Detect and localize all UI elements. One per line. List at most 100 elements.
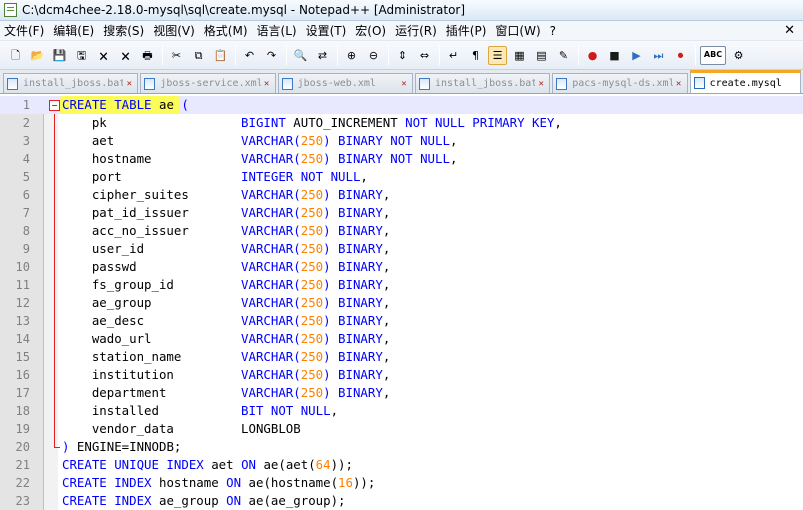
line-number: 11 bbox=[15, 278, 30, 292]
code-line[interactable]: 22 CREATE INDEX hostname ON ae(hostname(1… bbox=[0, 474, 803, 492]
code-editor[interactable]: 1 CREATE TABLE ae (2 pk BIGINT AUTO_INCRE… bbox=[0, 96, 803, 510]
undo-icon[interactable]: ↶ bbox=[240, 46, 259, 65]
tab-close-icon[interactable]: ✕ bbox=[536, 79, 546, 89]
code-line[interactable]: 1 CREATE TABLE ae ( bbox=[0, 96, 803, 114]
line-number: 8 bbox=[22, 224, 30, 238]
show-all-chars-icon[interactable]: ¶ bbox=[466, 46, 485, 65]
code-line[interactable]: 2 pk BIGINT AUTO_INCREMENT NOT NULL PRIM… bbox=[0, 114, 803, 132]
code-line[interactable]: 16 institution VARCHAR(250) BINARY, bbox=[0, 366, 803, 384]
menu-language[interactable]: 语言(L) bbox=[253, 22, 302, 39]
menu-view[interactable]: 视图(V) bbox=[149, 22, 200, 39]
print-icon[interactable]: 🖶 bbox=[138, 46, 157, 65]
code-line[interactable]: 7 pat_id_issuer VARCHAR(250) BINARY, bbox=[0, 204, 803, 222]
plugin-icon[interactable]: ⚙ bbox=[729, 46, 748, 65]
user-lang-icon[interactable]: ▦ bbox=[510, 46, 529, 65]
word-wrap-icon[interactable]: ↵ bbox=[444, 46, 463, 65]
sql-text: institution bbox=[62, 367, 242, 382]
play-multiple-icon[interactable]: ⏭ bbox=[649, 46, 668, 65]
sql-keyword: ) BINARY bbox=[323, 313, 383, 328]
sql-text: acc_no_issuer bbox=[62, 223, 242, 238]
tab-close-icon[interactable]: ✕ bbox=[674, 79, 684, 89]
sql-number: 250 bbox=[300, 295, 324, 310]
stop-macro-icon[interactable]: ■ bbox=[605, 46, 624, 65]
code-line[interactable]: 10 passwd VARCHAR(250) BINARY, bbox=[0, 258, 803, 276]
code-line[interactable]: 9 user_id VARCHAR(250) BINARY, bbox=[0, 240, 803, 258]
menu-plugins[interactable]: 插件(P) bbox=[442, 22, 492, 39]
fold-end-marker bbox=[54, 438, 60, 448]
zoom-out-icon[interactable]: ⊖ bbox=[364, 46, 383, 65]
sql-text: AUTO_INCREMENT bbox=[285, 115, 406, 130]
sql-text: , bbox=[449, 133, 458, 148]
play-macro-icon[interactable]: ▶ bbox=[627, 46, 646, 65]
code-line[interactable]: 13 ae_desc VARCHAR(250) BINARY, bbox=[0, 312, 803, 330]
folder-workspace-icon[interactable]: ✎ bbox=[554, 46, 573, 65]
menu-macro[interactable]: 宏(O) bbox=[351, 22, 391, 39]
code-line[interactable]: 23 CREATE INDEX ae_group ON ae(ae_group); bbox=[0, 492, 803, 510]
save-icon[interactable]: 💾 bbox=[50, 46, 69, 65]
fold-guide-line bbox=[54, 258, 55, 276]
code-line[interactable]: 19 vendor_data LONGBLOB bbox=[0, 420, 803, 438]
cut-icon[interactable]: ✂ bbox=[167, 46, 186, 65]
code-line[interactable]: 3 aet VARCHAR(250) BINARY NOT NULL, bbox=[0, 132, 803, 150]
code-line[interactable]: 17 department VARCHAR(250) BINARY, bbox=[0, 384, 803, 402]
sync-horizontal-icon[interactable]: ⇔ bbox=[415, 46, 434, 65]
sql-number: 250 bbox=[300, 133, 324, 148]
menu-settings[interactable]: 设置(T) bbox=[302, 22, 352, 39]
menu-window[interactable]: 窗口(W) bbox=[491, 22, 545, 39]
tab-close-icon[interactable]: ✕ bbox=[262, 79, 272, 89]
function-list-icon[interactable]: ▤ bbox=[532, 46, 551, 65]
save-all-icon[interactable]: 🖫 bbox=[72, 46, 91, 65]
tab-pacs-mysql-ds-xml[interactable]: pacs-mysql-ds.xml ✕ bbox=[552, 73, 688, 93]
menu-edit[interactable]: 编辑(E) bbox=[49, 22, 99, 39]
open-file-icon[interactable]: 📂 bbox=[28, 46, 47, 65]
tab-close-icon[interactable]: ✕ bbox=[399, 79, 409, 89]
code-line[interactable]: 5 port INTEGER NOT NULL, bbox=[0, 168, 803, 186]
spell-check-icon[interactable]: ABC bbox=[700, 45, 726, 65]
tab-install-jboss-bat[interactable]: install_jboss.bat ✕ bbox=[414, 73, 551, 93]
sql-keyword: VARCHAR( bbox=[241, 349, 301, 364]
code-line[interactable]: 8 acc_no_issuer VARCHAR(250) BINARY, bbox=[0, 222, 803, 240]
toolbar-separator bbox=[388, 45, 389, 65]
close-icon[interactable]: 🗙 bbox=[94, 46, 113, 65]
redo-icon[interactable]: ↷ bbox=[262, 46, 281, 65]
fold-guide-line bbox=[54, 420, 55, 438]
tab-jboss-web-xml[interactable]: jboss-web.xml ✕ bbox=[277, 73, 413, 93]
close-document-icon[interactable]: ✕ bbox=[784, 23, 795, 38]
code-line[interactable]: 15 station_name VARCHAR(250) BINARY, bbox=[0, 348, 803, 366]
code-line[interactable]: 11 fs_group_id VARCHAR(250) BINARY, bbox=[0, 276, 803, 294]
code-line[interactable]: 18 installed BIT NOT NULL, bbox=[0, 402, 803, 420]
sql-text: , bbox=[382, 313, 391, 328]
menu-search[interactable]: 搜索(S) bbox=[99, 22, 149, 39]
code-line[interactable]: 14 wado_url VARCHAR(250) BINARY, bbox=[0, 330, 803, 348]
tab-jboss-service-xml[interactable]: jboss-service.xml ✕ bbox=[140, 73, 276, 93]
fold-collapse-icon[interactable] bbox=[49, 100, 60, 111]
tab-create-mysql[interactable]: create.mysql bbox=[689, 70, 801, 93]
find-icon[interactable]: 🔍 bbox=[291, 46, 310, 65]
copy-icon[interactable]: ⧉ bbox=[189, 46, 208, 65]
record-macro-icon[interactable]: ● bbox=[583, 46, 602, 65]
paste-icon[interactable]: 📋 bbox=[211, 46, 230, 65]
menu-file[interactable]: 文件(F) bbox=[0, 22, 49, 39]
new-file-icon[interactable]: 🗋 bbox=[6, 46, 25, 65]
zoom-in-icon[interactable]: ⊕ bbox=[342, 46, 361, 65]
code-line[interactable]: 20) ENGINE=INNODB; bbox=[0, 438, 803, 456]
tab-install-jboss-bat[interactable]: install_jboss.bat ✕ bbox=[3, 73, 139, 93]
sql-keyword: ) BINARY bbox=[323, 259, 383, 274]
tab-close-icon[interactable]: ✕ bbox=[124, 79, 134, 89]
sql-keyword: ) BINARY NOT NULL bbox=[323, 133, 450, 148]
menu-run[interactable]: 运行(R) bbox=[391, 22, 442, 39]
code-line[interactable]: 4 hostname VARCHAR(250) BINARY NOT NULL, bbox=[0, 150, 803, 168]
sql-keyword: NOT NULL PRIMARY KEY bbox=[405, 115, 555, 130]
code-line[interactable]: 12 ae_group VARCHAR(250) BINARY, bbox=[0, 294, 803, 312]
indent-guide-icon[interactable]: ☰ bbox=[488, 45, 507, 65]
save-macro-icon[interactable]: ⏺ bbox=[671, 46, 690, 65]
menu-format[interactable]: 格式(M) bbox=[200, 22, 253, 39]
sql-number: 250 bbox=[300, 223, 324, 238]
sync-vertical-icon[interactable]: ⇕ bbox=[393, 46, 412, 65]
menu-help[interactable]: ? bbox=[546, 24, 561, 38]
code-line[interactable]: 21 CREATE UNIQUE INDEX aet ON ae(aet(64))… bbox=[0, 456, 803, 474]
close-all-icon[interactable]: 🗙 bbox=[116, 46, 135, 65]
sql-keyword: CREATE TABLE bbox=[62, 97, 152, 112]
replace-icon[interactable]: ⇄ bbox=[313, 46, 332, 65]
code-line[interactable]: 6 cipher_suites VARCHAR(250) BINARY, bbox=[0, 186, 803, 204]
